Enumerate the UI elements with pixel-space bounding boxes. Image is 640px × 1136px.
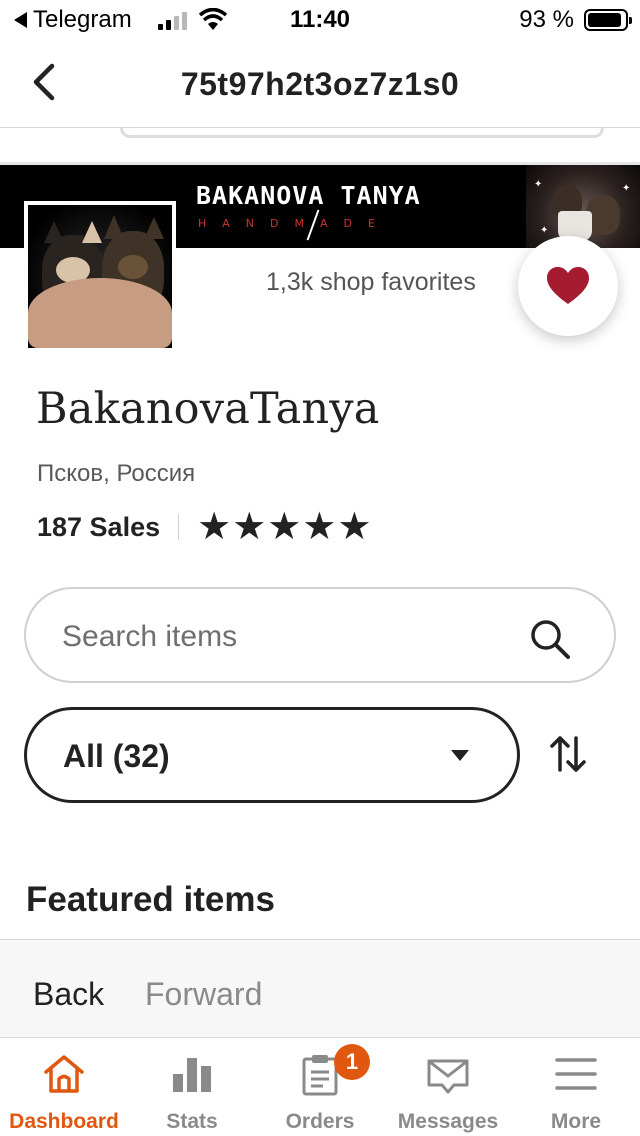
tab-dashboard[interactable]: Dashboard [0, 1038, 128, 1136]
page-title: 75t97h2t3oz7z1s0 [180, 66, 460, 102]
navigation-bar: 75t97h2t3oz7z1s0 [0, 42, 640, 128]
tab-messages[interactable]: Messages [384, 1038, 512, 1136]
caret-down-icon [451, 750, 469, 761]
banner-logo-text: BAKANOVA TANYA [196, 181, 421, 210]
bottom-tab-bar: Dashboard Stats Orders Messages More [0, 1038, 640, 1136]
status-bar: Telegram 11:40 93 % [0, 0, 640, 42]
divider [178, 514, 180, 540]
star-icon: ★ [302, 506, 337, 548]
search-icon[interactable] [528, 617, 572, 661]
star-icon: ★ [267, 506, 302, 548]
search-input[interactable] [62, 617, 502, 657]
favorite-shop-button[interactable] [518, 236, 618, 336]
shop-name: BakanovaTanya [36, 384, 380, 434]
section-filter-dropdown[interactable]: All (32) [24, 707, 520, 803]
tab-label: More [550, 1110, 602, 1133]
banner-subtitle: HANDMADE [198, 217, 391, 230]
heart-icon [547, 267, 589, 304]
menu-icon [555, 1058, 597, 1090]
star-icon: ★ [337, 506, 372, 548]
sort-icon[interactable] [546, 732, 590, 776]
battery-icon [584, 9, 632, 31]
browser-forward-button[interactable]: Forward [145, 976, 262, 1013]
browser-back-button[interactable]: Back [33, 976, 104, 1013]
browser-toolbar: Back Forward [0, 939, 640, 1038]
tab-label: Dashboard [9, 1110, 119, 1133]
featured-items-heading: Featured items [26, 880, 275, 919]
envelope-icon [427, 1059, 469, 1094]
scrolled-element-edge [120, 128, 604, 138]
filter-selected-value: All (32) [63, 738, 170, 774]
tab-label: Stats [166, 1110, 218, 1133]
tab-more[interactable]: More [512, 1038, 640, 1136]
bar-chart-icon [173, 1058, 211, 1092]
star-icon: ★ [232, 506, 267, 548]
sales-count: 187 Sales [37, 511, 161, 542]
tab-label: Orders [285, 1110, 355, 1133]
star-icon: ★ [197, 506, 232, 548]
home-icon [44, 1055, 84, 1093]
search-box[interactable] [24, 587, 616, 683]
shop-avatar[interactable] [24, 201, 176, 352]
battery-percent: 93 % [519, 6, 574, 33]
banner-photo: ✦ ✦ ✦ [526, 165, 640, 248]
shop-favorites-count: 1,3k shop favorites [266, 268, 476, 296]
rating-stars[interactable]: ★ ★ ★ ★ ★ [197, 508, 371, 546]
orders-badge: 1 [334, 1044, 370, 1080]
sales-and-rating: 187 Sales ★ ★ ★ ★ ★ [37, 508, 372, 546]
shop-location: Псков, Россия [37, 460, 196, 487]
tab-label: Messages [397, 1110, 499, 1133]
tab-stats[interactable]: Stats [128, 1038, 256, 1136]
